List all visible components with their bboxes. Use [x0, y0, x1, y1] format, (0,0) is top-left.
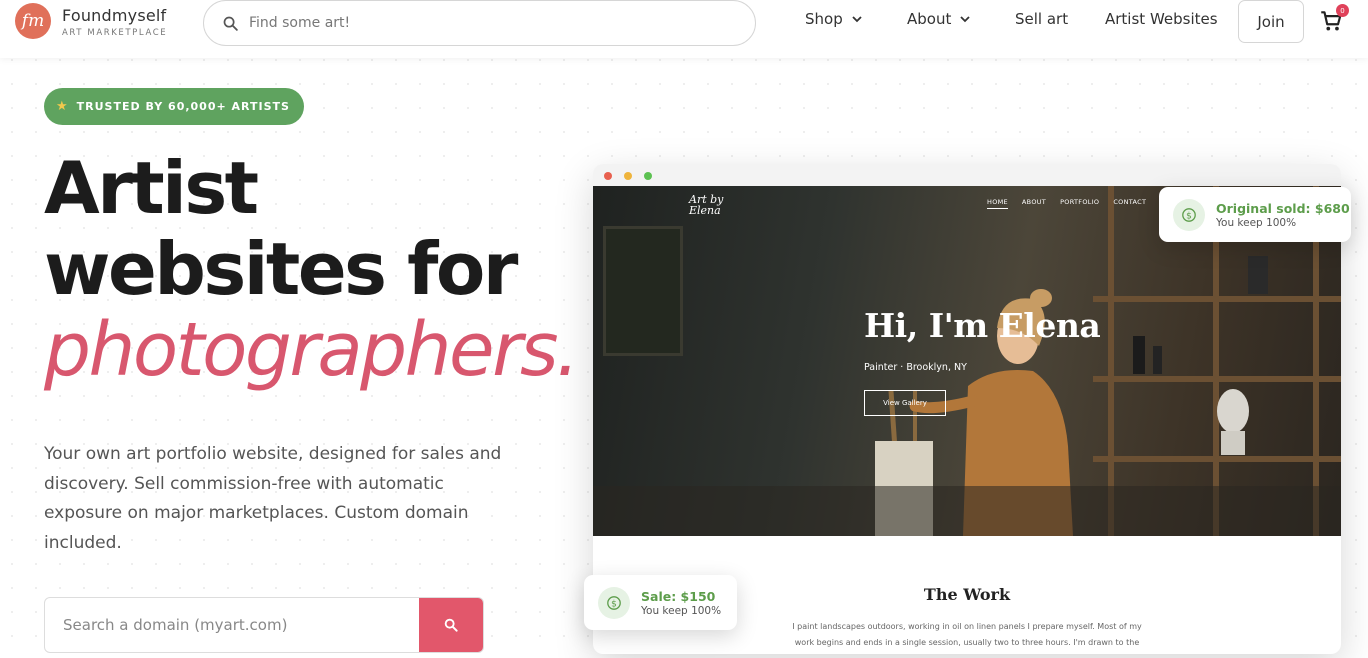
hero-heading-line1: Artist [44, 146, 259, 230]
nav-artist-websites-label: Artist Websites [1105, 10, 1218, 28]
art-search-bar [203, 0, 756, 46]
join-button[interactable]: Join [1238, 0, 1304, 43]
preview-nav-about[interactable]: ABOUT [1022, 198, 1046, 209]
nav-shop[interactable]: Shop [805, 10, 863, 28]
domain-search [44, 597, 484, 653]
preview-site-nav: HOME ABOUT PORTFOLIO CONTACT [987, 198, 1146, 209]
star-icon: ★ [56, 99, 69, 114]
logo-tagline: ART MARKETPLACE [62, 28, 168, 38]
svg-text:$: $ [1186, 211, 1192, 221]
domain-search-button[interactable] [419, 598, 483, 652]
nav-sell-art[interactable]: Sell art [1015, 10, 1068, 28]
cart-count-badge: 0 [1336, 4, 1349, 17]
nav-artist-websites[interactable]: Artist Websites [1105, 10, 1218, 28]
preview-site-logo[interactable]: Art by Elena [689, 194, 723, 216]
trust-badge: ★ TRUSTED BY 60,000+ ARTISTS [44, 88, 304, 125]
preview-nav-portfolio[interactable]: PORTFOLIO [1060, 198, 1099, 209]
trust-badge-label: TRUSTED BY 60,000+ ARTISTS [76, 100, 290, 113]
minimize-dot-icon [624, 172, 632, 180]
preview-hero-title: Hi, I'm Elena [864, 306, 1101, 345]
hero-description: Your own art portfolio website, designed… [44, 444, 502, 553]
site-header: fm Foundmyself ART MARKETPLACE Shop Abou… [0, 0, 1368, 58]
chevron-down-icon [852, 16, 862, 23]
maximize-dot-icon [644, 172, 652, 180]
nav-shop-label: Shop [805, 10, 843, 28]
preview-nav-home[interactable]: HOME [987, 198, 1008, 209]
nav-about[interactable]: About [907, 10, 971, 28]
preview-site-logo-line2: Elena [689, 204, 721, 217]
logo-name[interactable]: Foundmyself [62, 6, 166, 25]
sale-subtitle: You keep 100% [641, 604, 722, 617]
view-gallery-button[interactable]: View Gallery [864, 390, 946, 416]
nav-sell-art-label: Sell art [1015, 10, 1069, 28]
preview-nav-contact[interactable]: CONTACT [1113, 198, 1146, 209]
dollar-icon: $ [598, 586, 630, 619]
original-sold-subtitle: You keep 100% [1216, 216, 1297, 229]
search-icon [444, 618, 458, 632]
sale-card: $ Sale: $150 You keep 100% [584, 575, 737, 630]
art-search-input[interactable] [249, 15, 709, 31]
sale-info: Sale: $150 You keep 100% [641, 589, 721, 617]
original-sold-card: $ Original sold: $680 You keep 100% [1159, 187, 1351, 242]
browser-title-bar [593, 164, 1341, 186]
original-sold-title: Original sold: $680 [1216, 200, 1350, 216]
close-dot-icon [604, 172, 612, 180]
sale-title: Sale: $150 [641, 588, 716, 604]
hero-heading-highlight: photographers. [44, 307, 580, 393]
original-sold-info: Original sold: $680 You keep 100% [1216, 201, 1350, 229]
svg-text:$: $ [611, 599, 617, 609]
dollar-icon: $ [1173, 198, 1205, 231]
logo-icon[interactable]: fm [15, 3, 51, 39]
preview-hero-subtitle: Painter · Brooklyn, NY [864, 362, 967, 373]
hero-heading-line2: websites for [44, 227, 518, 311]
search-icon [223, 16, 238, 31]
preview-section-text: I paint landscapes outdoors, working in … [792, 622, 1142, 647]
nav-about-label: About [907, 10, 952, 28]
domain-search-input[interactable] [45, 598, 419, 652]
chevron-down-icon [960, 16, 970, 23]
